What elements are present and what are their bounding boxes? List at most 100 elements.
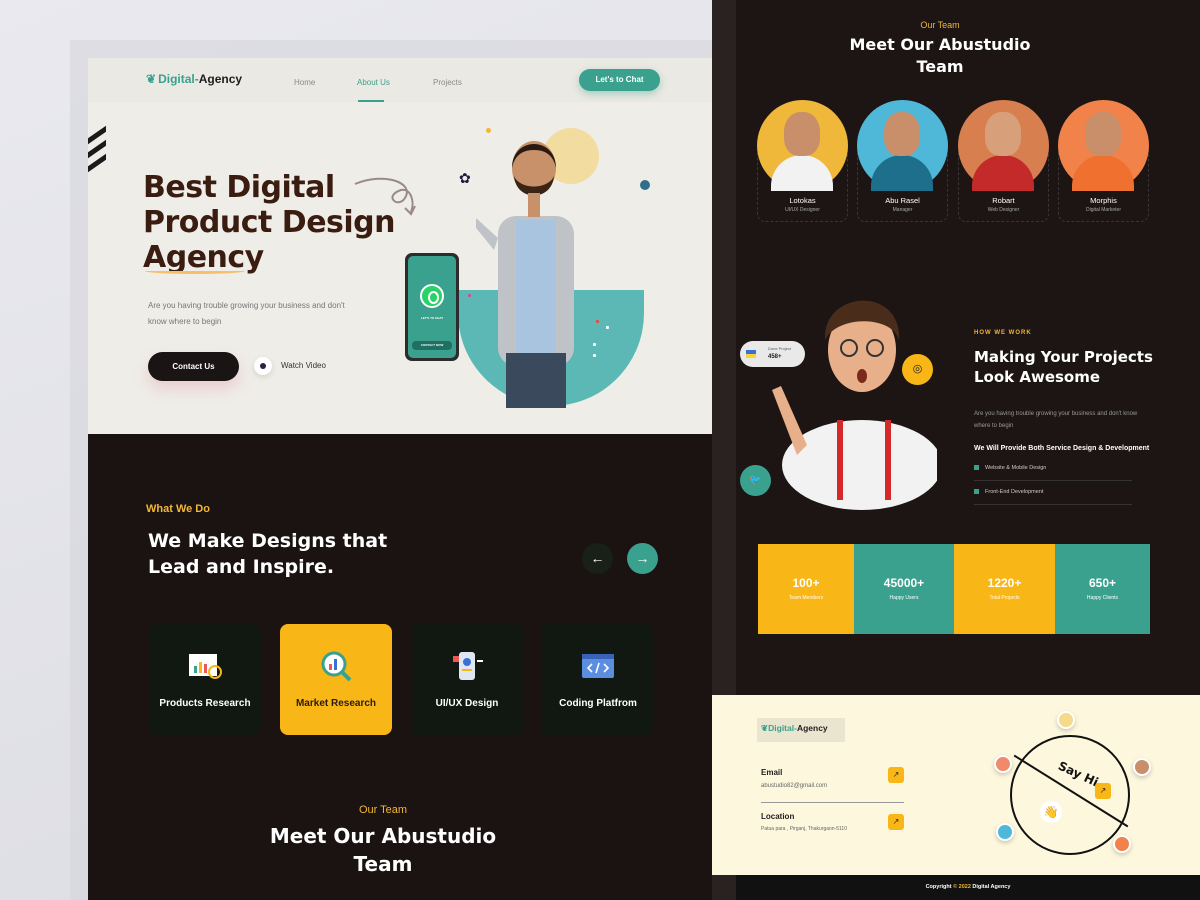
member-role: Web Designer	[987, 207, 1020, 213]
phone-mockup: LET'S TO CHAT CONTACT NOW	[405, 253, 459, 361]
avatar	[1058, 100, 1149, 191]
how-provide: We Will Provide Both Service Design & De…	[974, 445, 1150, 452]
footer-year: © 2022	[953, 884, 971, 890]
how-eyebrow: HOW WE WORK	[974, 330, 1032, 336]
avatar	[757, 100, 848, 191]
stat-value: 1220+	[987, 576, 1022, 590]
service-card[interactable]: Products Research	[149, 624, 261, 735]
how-title: Making Your Projects Look Awesome	[974, 347, 1153, 387]
avatar	[1057, 711, 1075, 729]
brand-logo[interactable]: ❦Digital-Agency	[761, 723, 828, 734]
phone-text: LET'S TO CHAT	[420, 316, 444, 320]
team-title: Meet Our Abustudio Team	[88, 822, 678, 878]
external-link-icon[interactable]: ↗	[1095, 783, 1111, 799]
member-name: Morphis	[1090, 196, 1117, 205]
hero-section: ❦ Digital-Agency Home About Us Projects L…	[88, 58, 717, 434]
right-mockup: Our Team Meet Our Abustudio Team Lotokas…	[712, 0, 1200, 900]
stat-value: 650+	[1088, 576, 1117, 590]
watch-video-link[interactable]: Watch Video	[281, 361, 326, 370]
lets-chat-button[interactable]: Let's to Chat	[579, 69, 660, 91]
stat-tile: 650+ Happy Clients	[1055, 544, 1150, 634]
left-mockup: ❦ Digital-Agency Home About Us Projects L…	[88, 58, 717, 900]
how-title-line-1: Making Your Projects	[974, 348, 1153, 366]
surprised-man-illustration	[772, 300, 937, 510]
stat-tile: 1220+ Total Projects	[954, 544, 1055, 634]
external-link-icon[interactable]: ↗	[888, 767, 904, 783]
avatar	[1113, 835, 1131, 853]
check-icon	[974, 489, 979, 495]
member-role: Manager	[892, 207, 913, 213]
nav-projects[interactable]: Projects	[433, 78, 462, 87]
stat-value: 45000+	[883, 576, 925, 590]
chart-board-icon	[189, 654, 222, 679]
twitter-icon[interactable]: 🐦	[740, 465, 771, 496]
services-section: What We Do We Make Designs that Lead and…	[88, 434, 717, 900]
play-icon[interactable]	[254, 357, 272, 375]
check-label: Front-End Development	[985, 489, 1044, 495]
man-pointing-illustration	[476, 141, 574, 408]
contact-section: ❦Digital-Agency Email abustudio82@gmail.…	[712, 695, 1200, 875]
brand-suffix: Agency	[198, 72, 243, 86]
services-title-line-2: Lead and Inspire.	[148, 556, 335, 578]
brand-suffix: Agency	[796, 723, 828, 733]
divider	[761, 802, 904, 803]
title-underline-decoration	[145, 268, 245, 274]
footer-suffix: Digital Agency	[970, 884, 1011, 890]
check-icon	[974, 465, 979, 471]
whatsapp-icon	[420, 284, 444, 308]
flower-icon: ✿	[459, 170, 471, 186]
how-subtitle: Are you having trouble growing your busi…	[974, 411, 1138, 429]
email-value[interactable]: abustudio82@gmail.com	[761, 783, 827, 789]
stat-label: Happy Users	[889, 595, 919, 601]
service-card-label: UI/UX Design	[435, 698, 499, 709]
service-card[interactable]: Coding Platfrom	[542, 624, 654, 735]
location-value: Patua para , Pirganj, Thakurgaon-5110	[761, 826, 847, 832]
leaf-icon: ❦	[146, 72, 157, 86]
say-hi-ring	[1010, 735, 1130, 855]
done-project-badge: Done Project 458+	[740, 341, 805, 367]
done-value: 458+	[768, 354, 782, 360]
service-card[interactable]: UI/UX Design	[411, 624, 523, 735]
member-role: UI/UX Designer	[785, 207, 820, 213]
confetti-decoration	[606, 326, 609, 329]
nav-about-us[interactable]: About Us	[357, 78, 390, 87]
divider	[974, 480, 1132, 481]
location-label: Location	[761, 812, 795, 821]
stats-bar: 100+ Team Members 45000+ Happy Users 122…	[758, 544, 1150, 634]
phone-design-icon	[453, 652, 483, 680]
check-label: Website & Mobile Design	[985, 465, 1047, 471]
dot-decoration	[640, 180, 650, 190]
team-eyebrow: Our Team	[920, 20, 960, 30]
member-role: Digital Marketer	[1085, 207, 1121, 213]
stat-label: Team Members	[788, 595, 824, 601]
divider	[974, 504, 1132, 505]
nav-home[interactable]: Home	[294, 78, 315, 87]
member-name: Robart	[992, 196, 1015, 205]
avatar	[857, 100, 948, 191]
how-title-line-2: Look Awesome	[974, 368, 1101, 386]
stat-tile: 100+ Team Members	[758, 544, 854, 634]
external-link-icon[interactable]: ↗	[888, 814, 904, 830]
team-member-card[interactable]: Lotokas UI/UX Designer	[757, 100, 848, 222]
nav-active-underline	[358, 100, 384, 102]
brand-logo[interactable]: ❦Digital-Agency	[146, 72, 242, 86]
team-member-card[interactable]: Morphis Digital Marketer	[1058, 100, 1149, 222]
team-title-line-2: Team	[916, 57, 964, 76]
team-member-card[interactable]: Robart Web Designer	[958, 100, 1049, 222]
flag-icon	[746, 350, 756, 358]
arrow-left-icon[interactable]: ←	[582, 543, 613, 574]
team-eyebrow: Our Team	[358, 804, 408, 816]
stripes-decoration	[88, 125, 106, 180]
team-title: Meet Our Abustudio Team	[712, 34, 1168, 78]
brand-prefix: Digital-	[158, 72, 199, 86]
curved-arrow-icon	[354, 177, 416, 216]
footer: Copyright © 2022 Digital Agency	[736, 875, 1200, 900]
waving-hand-icon: 👋	[1040, 801, 1062, 823]
arrow-right-icon[interactable]: →	[627, 543, 658, 574]
team-title-line-1: Meet Our Abustudio	[269, 824, 497, 848]
service-card-selected[interactable]: Market Research	[280, 624, 392, 735]
contact-us-button[interactable]: Contact Us	[148, 352, 239, 381]
check-item: Website & Mobile Design	[974, 465, 1046, 471]
team-member-card[interactable]: Abu Rasel Manager	[857, 100, 948, 222]
instagram-icon[interactable]: ◎	[902, 354, 933, 385]
